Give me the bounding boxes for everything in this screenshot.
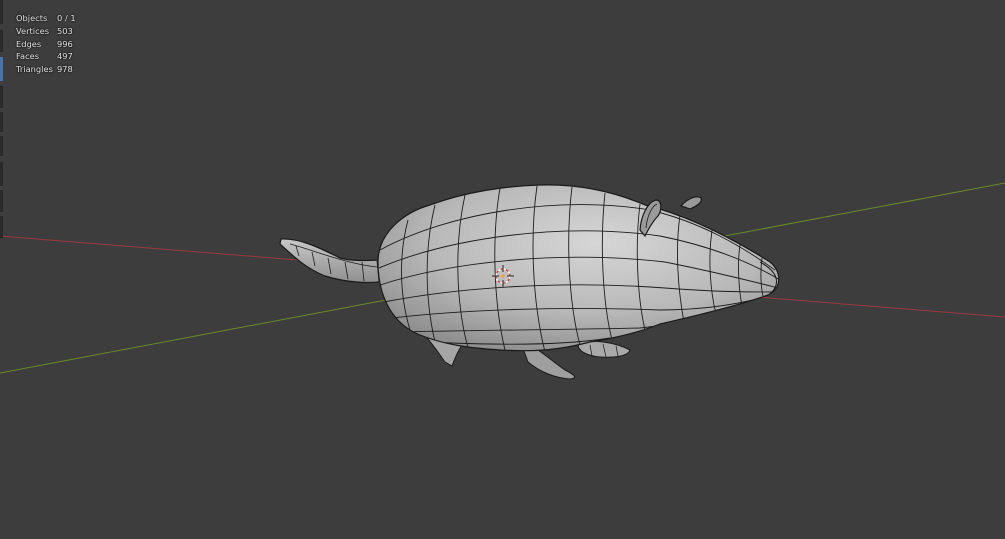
object-origin-icon — [501, 274, 505, 278]
stat-label: Triangles — [16, 64, 53, 75]
toolbar-button[interactable] — [0, 162, 3, 186]
stat-row-vertices: Vertices 503 — [16, 25, 76, 38]
stat-label: Faces — [16, 51, 40, 62]
toolbar-button[interactable] — [0, 216, 3, 238]
stat-label: Objects — [16, 13, 48, 23]
toolbar-button[interactable] — [0, 112, 3, 132]
stat-row-triangles: Triangles 978 — [16, 63, 76, 76]
toolbar-button[interactable] — [0, 30, 3, 52]
mouse-body — [377, 184, 780, 352]
stat-label: Vertices — [16, 25, 50, 36]
stat-value: 996 — [57, 38, 73, 49]
viewport-canvas — [0, 182, 1005, 380]
stat-value: 0 / 1 — [57, 13, 76, 23]
toolbar-button-active[interactable] — [0, 57, 3, 81]
stat-row-faces: Faces 497 — [16, 50, 76, 63]
scene-statistics-overlay: Objects 0 / 1 Vertices 503 Edges 996 Fac… — [16, 12, 76, 76]
stat-value: 503 — [57, 25, 73, 36]
mouse-ear-right — [679, 196, 702, 210]
stat-value: 497 — [57, 51, 73, 62]
stat-value: 978 — [57, 64, 73, 75]
toolbar-button[interactable] — [0, 136, 3, 156]
left-toolbar — [0, 0, 4, 539]
toolbar-button[interactable] — [0, 190, 3, 212]
toolbar-button[interactable] — [0, 0, 3, 24]
stat-row-edges: Edges 996 — [16, 38, 76, 51]
stat-label: Edges — [16, 38, 42, 49]
stat-row-objects: Objects 0 / 1 — [16, 12, 76, 25]
toolbar-button[interactable] — [0, 86, 3, 108]
3d-viewport[interactable] — [0, 0, 1005, 539]
